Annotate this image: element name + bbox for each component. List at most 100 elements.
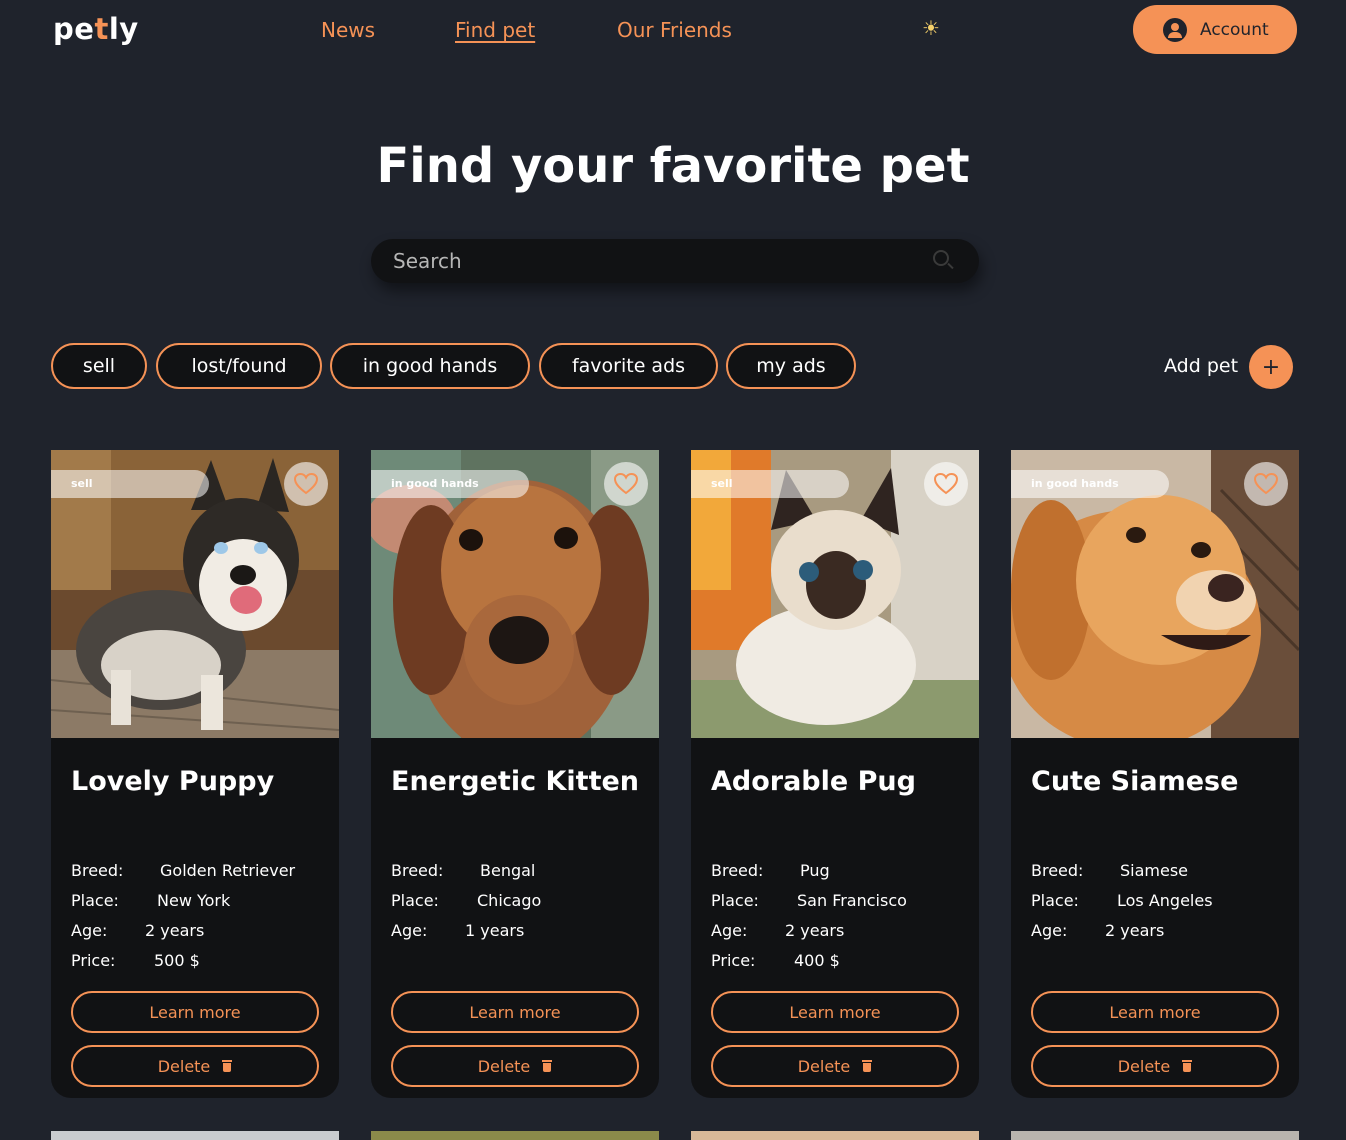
heart-icon [294, 473, 318, 495]
pet-card: sell Adorable Pug Breed: Pug Place: San Fr… [691, 450, 979, 1098]
next-card-peek [1011, 1131, 1299, 1140]
trash-icon [222, 1060, 233, 1072]
logo-text-accent: t [94, 12, 109, 46]
pet-photo: sell [691, 450, 979, 738]
info-value: Chicago [477, 891, 542, 910]
delete-button[interactable]: Delete [711, 1045, 959, 1087]
info-key: Age: [391, 921, 428, 940]
pet-photo: in good hands [1011, 450, 1299, 738]
filter-my-ads[interactable]: my ads [726, 343, 856, 389]
sun-icon[interactable]: ☀ [922, 16, 940, 40]
add-pet-button[interactable]: + [1249, 345, 1293, 389]
delete-button[interactable]: Delete [391, 1045, 639, 1087]
learn-more-label: Learn more [469, 1002, 561, 1022]
pet-card: in good hands Energetic Kitten Breed: Ben… [371, 450, 659, 1098]
info-key: Place: [711, 891, 759, 910]
pet-title: Adorable Pug [711, 766, 916, 797]
pet-photo: in good hands [371, 450, 659, 738]
favorite-button[interactable] [604, 462, 648, 506]
info-key: Age: [1031, 921, 1068, 940]
learn-more-label: Learn more [1109, 1002, 1201, 1022]
logo-text-part: ly [108, 12, 139, 46]
info-value: 2 years [145, 921, 205, 940]
search-input[interactable] [371, 239, 931, 283]
filter-in-good-hands[interactable]: in good hands [330, 343, 530, 389]
status-badge: sell [691, 470, 849, 498]
info-key: Breed: [711, 861, 764, 880]
search-icon[interactable] [933, 250, 949, 266]
nav-link-find-pet[interactable]: Find pet [455, 18, 535, 42]
account-label: Account [1200, 19, 1269, 40]
favorite-button[interactable] [1244, 462, 1288, 506]
delete-label: Delete [1117, 1056, 1171, 1076]
status-badge: sell [51, 470, 209, 498]
learn-more-button[interactable]: Learn more [711, 991, 959, 1033]
info-key: Place: [1031, 891, 1079, 910]
heart-icon [1254, 473, 1278, 495]
favorite-button[interactable] [284, 462, 328, 506]
info-value: Pug [800, 861, 830, 880]
learn-more-label: Learn more [789, 1002, 881, 1022]
plus-icon: + [1261, 354, 1281, 380]
info-key: Place: [391, 891, 439, 910]
status-badge: in good hands [1011, 470, 1169, 498]
trash-icon [542, 1060, 553, 1072]
info-key: Price: [71, 951, 116, 970]
info-key: Price: [711, 951, 756, 970]
info-key: Age: [71, 921, 108, 940]
info-value: Siamese [1120, 861, 1189, 880]
delete-label: Delete [157, 1056, 211, 1076]
filter-favorite-ads[interactable]: favorite ads [539, 343, 718, 389]
filter-sell[interactable]: sell [51, 343, 147, 389]
trash-icon [862, 1060, 873, 1072]
info-value: 1 years [465, 921, 525, 940]
info-key: Place: [71, 891, 119, 910]
info-value: 500 $ [154, 951, 200, 970]
favorite-button[interactable] [924, 462, 968, 506]
info-key: Age: [711, 921, 748, 940]
logo-text-part: pe [53, 12, 95, 46]
next-card-peek [51, 1131, 339, 1140]
info-value: 2 years [1105, 921, 1165, 940]
pet-card: in good hands Cute Siamese Breed: Siamese… [1011, 450, 1299, 1098]
status-badge: in good hands [371, 470, 529, 498]
page-title: Find your favorite pet [376, 138, 970, 194]
info-value: 400 $ [794, 951, 840, 970]
info-key: Breed: [71, 861, 124, 880]
nav-link-our-friends[interactable]: Our Friends [617, 18, 732, 42]
add-pet-label[interactable]: Add pet [1164, 355, 1238, 377]
info-value: San Francisco [797, 891, 907, 910]
info-value: 2 years [785, 921, 845, 940]
filter-lost-found[interactable]: lost/found [156, 343, 322, 389]
heart-icon [614, 473, 638, 495]
nav-link-news[interactable]: News [321, 18, 375, 42]
learn-more-button[interactable]: Learn more [391, 991, 639, 1033]
pet-title: Cute Siamese [1031, 766, 1239, 797]
trash-icon [1182, 1060, 1193, 1072]
info-value: New York [157, 891, 231, 910]
learn-more-button[interactable]: Learn more [1031, 991, 1279, 1033]
heart-icon [934, 473, 958, 495]
info-value: Bengal [480, 861, 536, 880]
pet-title: Energetic Kitten [391, 766, 640, 797]
pet-card: sell Lovely Puppy Breed: Golden Retriever… [51, 450, 339, 1098]
account-button[interactable]: Account [1133, 5, 1297, 54]
delete-label: Delete [477, 1056, 531, 1076]
search-bar [371, 239, 979, 283]
logo[interactable]: petly [53, 12, 139, 46]
delete-button[interactable]: Delete [71, 1045, 319, 1087]
header: petly News Find pet Our Friends ☀ Accoun… [0, 0, 1346, 60]
info-value: Los Angeles [1117, 891, 1213, 910]
pet-photo: sell [51, 450, 339, 738]
info-key: Breed: [1031, 861, 1084, 880]
learn-more-label: Learn more [149, 1002, 241, 1022]
user-icon [1163, 17, 1187, 42]
pet-title: Lovely Puppy [71, 766, 275, 797]
delete-button[interactable]: Delete [1031, 1045, 1279, 1087]
info-value: Golden Retriever [160, 861, 296, 880]
next-card-peek [691, 1131, 979, 1140]
info-key: Breed: [391, 861, 444, 880]
learn-more-button[interactable]: Learn more [71, 991, 319, 1033]
next-card-peek [371, 1131, 659, 1140]
delete-label: Delete [797, 1056, 851, 1076]
